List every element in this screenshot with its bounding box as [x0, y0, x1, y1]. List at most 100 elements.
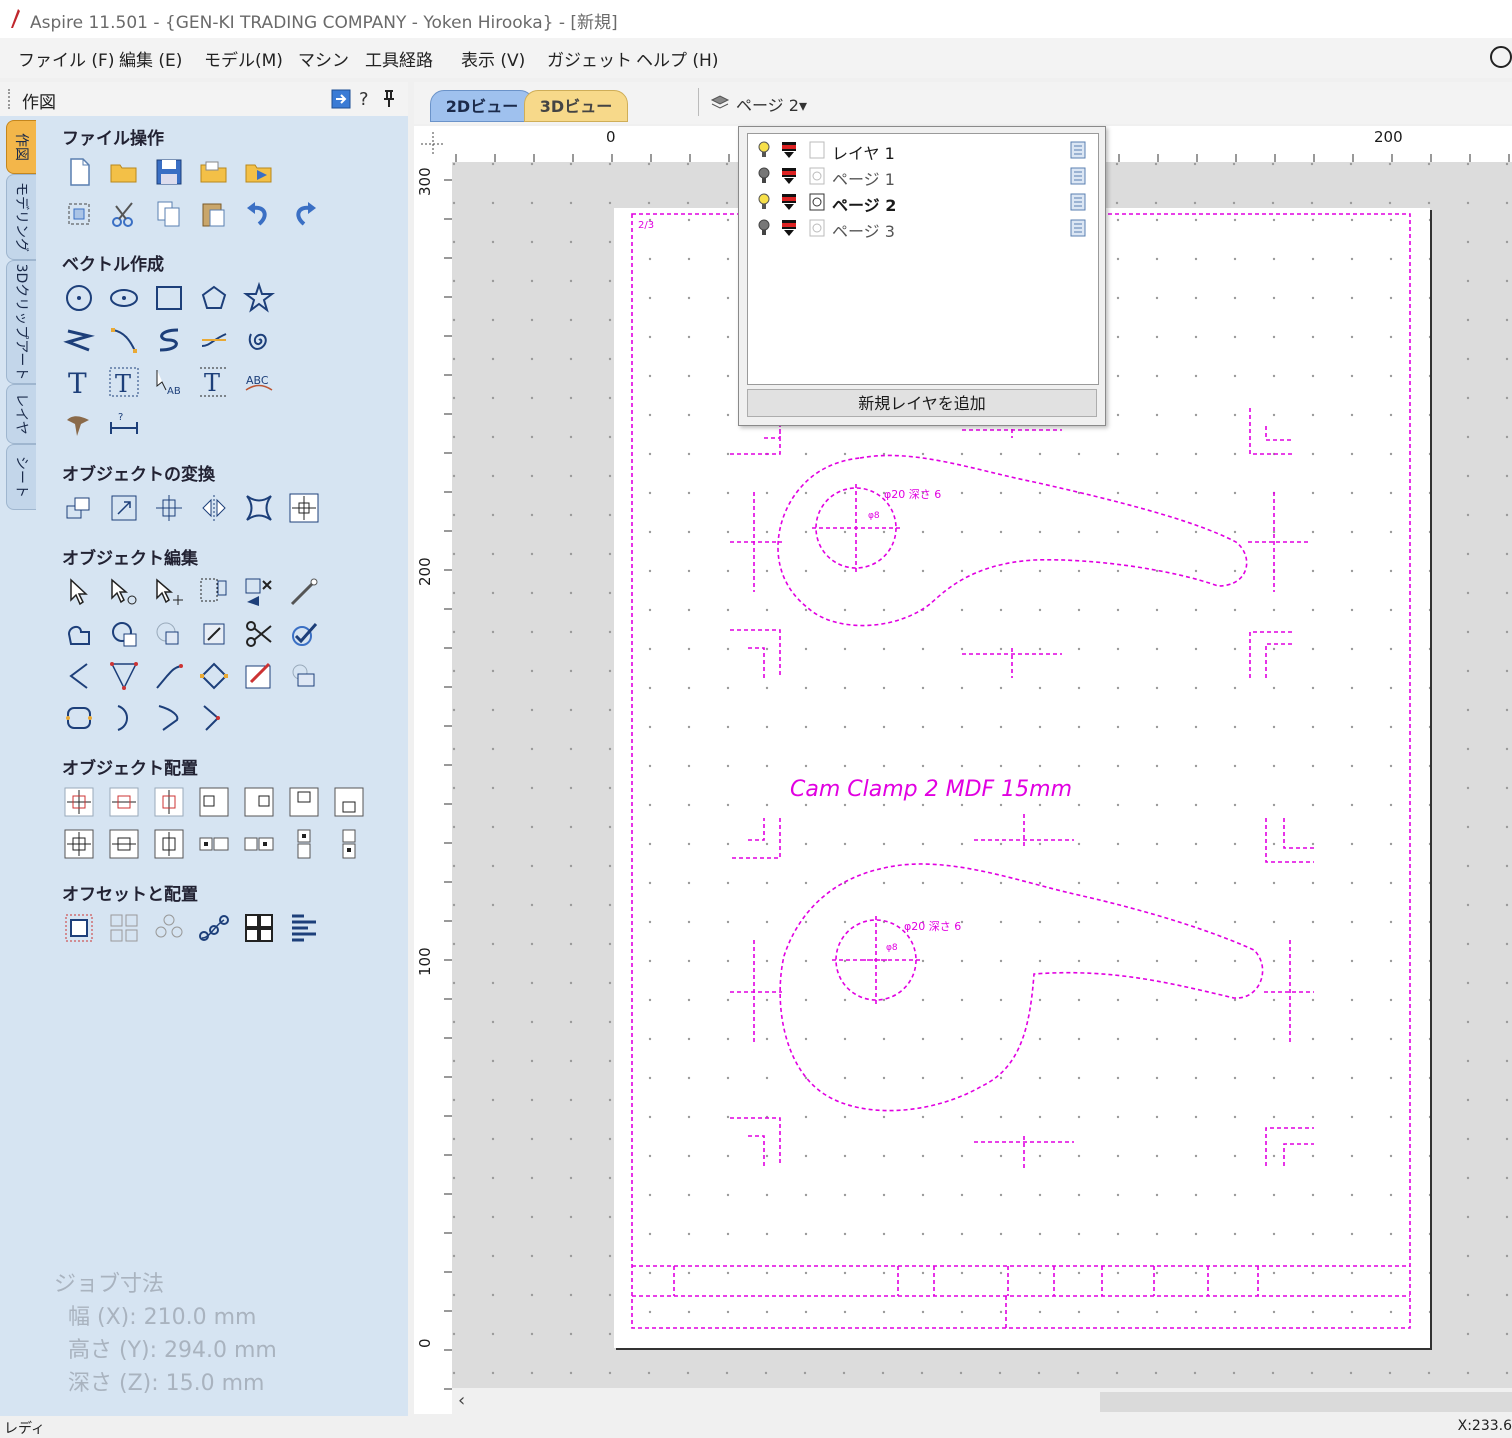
align-center-icon[interactable]	[288, 492, 320, 524]
text-box-icon[interactable]: T	[108, 366, 140, 398]
layers-stack-icon[interactable]	[710, 92, 730, 112]
layer-row-active[interactable]: ページ 2	[752, 190, 1092, 215]
layer-color-icon[interactable]	[780, 192, 798, 212]
select-all-icon[interactable]	[63, 198, 95, 230]
fillet-corner-icon[interactable]	[108, 660, 140, 692]
weld-icon[interactable]	[63, 618, 95, 650]
page-selector[interactable]: ページ 2▾	[736, 92, 807, 116]
layer-properties-icon[interactable]	[1068, 192, 1088, 212]
intersect-icon[interactable]	[153, 618, 185, 650]
paste-icon[interactable]	[198, 198, 230, 230]
polygon-icon[interactable]	[198, 282, 230, 314]
rotate-icon[interactable]	[153, 492, 185, 524]
nest-icon[interactable]	[288, 660, 320, 692]
panel-grip[interactable]	[8, 89, 14, 109]
layer-color-icon[interactable]	[780, 166, 798, 186]
offset-icon[interactable]	[63, 912, 95, 944]
group-icon[interactable]	[198, 576, 230, 608]
side-tab-sheets[interactable]: シート	[6, 444, 36, 510]
redo-icon[interactable]	[288, 198, 320, 230]
layer-properties-icon[interactable]	[1068, 140, 1088, 160]
smooth-icon[interactable]	[63, 660, 95, 692]
bitmap-trace-icon[interactable]	[63, 408, 95, 440]
array-copy-icon[interactable]	[108, 912, 140, 944]
layer-row[interactable]: ページ 1	[752, 164, 1092, 189]
text-autolayout-icon[interactable]: T	[198, 366, 230, 398]
align-center-v-icon[interactable]	[153, 786, 185, 818]
user-account-icon[interactable]	[1490, 46, 1512, 68]
copy-along-vector-icon[interactable]	[198, 912, 230, 944]
space-h-icon[interactable]	[198, 828, 230, 860]
bulb-off-icon[interactable]	[756, 218, 772, 238]
menu-view[interactable]: 表示 (V)	[461, 46, 525, 71]
menu-gadgets[interactable]: ガジェット	[547, 46, 632, 71]
center-on-material-icon[interactable]	[63, 828, 95, 860]
scissors-icon[interactable]	[243, 618, 275, 650]
layer-properties-icon[interactable]	[1068, 166, 1088, 186]
align-center-both-icon[interactable]	[63, 786, 95, 818]
help-icon[interactable]: ?	[356, 88, 374, 110]
polyline-icon[interactable]	[63, 324, 95, 356]
circle-icon[interactable]	[63, 282, 95, 314]
arc-icon[interactable]	[153, 324, 185, 356]
layer-color-icon[interactable]	[780, 140, 798, 160]
menu-edit[interactable]: 編集 (E)	[119, 46, 182, 71]
curve-fit-icon[interactable]	[153, 702, 185, 734]
side-tab-clipart[interactable]: 3Dクリップアート	[6, 260, 36, 384]
circular-copy-icon[interactable]	[153, 912, 185, 944]
text-icon[interactable]: T	[63, 366, 95, 398]
fix-vectors-icon[interactable]	[288, 618, 320, 650]
curve-icon[interactable]	[108, 324, 140, 356]
text-arc-icon[interactable]: ABC	[243, 366, 275, 398]
scroll-thumb[interactable]	[1100, 1392, 1512, 1412]
fillet-icon[interactable]	[198, 324, 230, 356]
create-outline-icon[interactable]	[63, 702, 95, 734]
bulb-on-icon[interactable]	[756, 192, 772, 212]
move-icon[interactable]	[63, 492, 95, 524]
spiral-icon[interactable]	[243, 324, 275, 356]
subtract-icon[interactable]	[108, 618, 140, 650]
extend-icon[interactable]	[153, 660, 185, 692]
align-right-icon[interactable]	[243, 786, 275, 818]
pin-icon[interactable]	[380, 88, 398, 110]
center-v-material-icon[interactable]	[153, 828, 185, 860]
mirror-icon[interactable]	[198, 492, 230, 524]
new-file-icon[interactable]	[63, 156, 95, 188]
align-bottom-icon[interactable]	[333, 786, 365, 818]
ungroup-icon[interactable]	[243, 576, 275, 608]
scale-icon[interactable]	[108, 492, 140, 524]
space-v2-icon[interactable]	[333, 828, 365, 860]
align-center-h-icon[interactable]	[108, 786, 140, 818]
bulb-on-icon[interactable]	[756, 140, 772, 160]
space-h2-icon[interactable]	[243, 828, 275, 860]
star-icon[interactable]	[243, 282, 275, 314]
measure-icon[interactable]	[288, 576, 320, 608]
layer-color-icon[interactable]	[780, 218, 798, 238]
align-top-icon[interactable]	[288, 786, 320, 818]
nesting-icon[interactable]	[243, 912, 275, 944]
scroll-left-icon[interactable]: ‹	[458, 1390, 465, 1411]
side-tab-layers[interactable]: レイヤ	[6, 384, 36, 444]
text-on-curve-icon[interactable]: AB	[153, 366, 185, 398]
boundary-icon[interactable]	[198, 618, 230, 650]
import-icon[interactable]	[243, 156, 275, 188]
menu-file[interactable]: ファイル (F)	[18, 46, 114, 71]
dimension-icon[interactable]: ?	[108, 408, 140, 440]
align-left-icon[interactable]	[198, 786, 230, 818]
copy-icon[interactable]	[153, 198, 185, 230]
dock-panel-icon[interactable]	[330, 88, 352, 110]
distort-icon[interactable]	[243, 492, 275, 524]
menu-model[interactable]: モデル(M)	[204, 46, 283, 71]
horizontal-scrollbar[interactable]: ‹	[452, 1388, 1512, 1416]
menu-toolpaths[interactable]: 工具経路	[365, 46, 433, 71]
rectangle-icon[interactable]	[153, 282, 185, 314]
ruler-origin-toggle[interactable]	[414, 126, 453, 163]
label-sheet-icon[interactable]	[288, 912, 320, 944]
join-icon[interactable]	[198, 660, 230, 692]
select-tool-icon[interactable]	[63, 576, 95, 608]
bulb-off-icon[interactable]	[756, 166, 772, 186]
layer-properties-icon[interactable]	[1068, 218, 1088, 238]
cut-icon[interactable]	[108, 198, 140, 230]
undo-icon[interactable]	[243, 198, 275, 230]
node-edit-icon[interactable]	[108, 576, 140, 608]
